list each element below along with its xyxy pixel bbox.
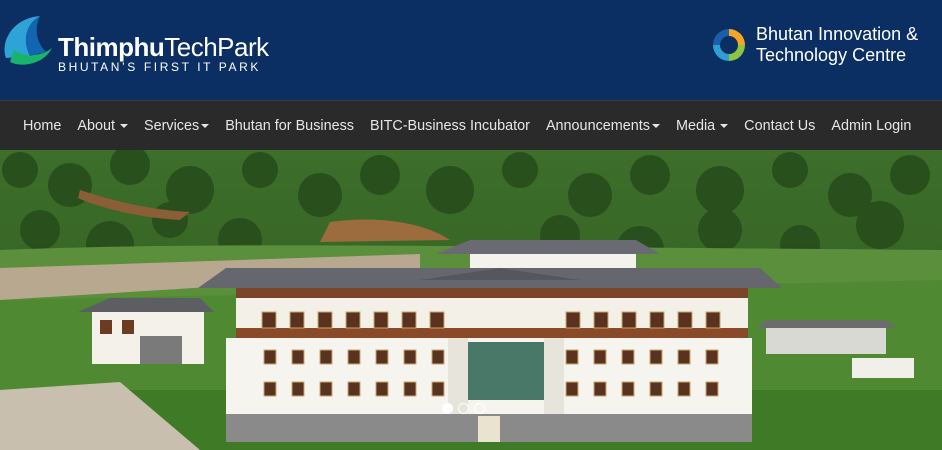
nav-item-about[interactable]: About: [69, 118, 136, 134]
nav-item-label: Announcements: [545, 118, 650, 134]
bitc-logo[interactable]: Bhutan Innovation & Technology Centre: [710, 24, 942, 74]
nav-list: Home About Services Bhutan for Business …: [15, 101, 919, 151]
partner-name-line2: Technology Centre: [756, 45, 907, 65]
nav-item-business-incubator[interactable]: BITC-Business Incubator: [362, 118, 538, 134]
nav-item-home[interactable]: Home: [15, 118, 69, 134]
brand-title: ThimphuTechPark: [58, 32, 269, 63]
nav-item-services[interactable]: Services: [136, 118, 217, 134]
caret-down-icon: [120, 124, 128, 128]
nav-item-label: BITC-Business Incubator: [369, 118, 530, 134]
nav-item-label: Bhutan for Business: [225, 118, 354, 134]
caret-down-icon: [651, 124, 660, 128]
thimphu-techpark-logo[interactable]: ThimphuTechPark BHUTAN’S FIRST IT PARK: [0, 8, 269, 78]
nav-item-label: Home: [23, 118, 62, 134]
carousel-indicators: [442, 403, 485, 414]
nav-item-admin-login[interactable]: Admin Login: [823, 118, 919, 134]
nav-item-label: Services: [144, 118, 200, 134]
hero-carousel[interactable]: [0, 150, 942, 450]
nav-item-contact-us[interactable]: Contact Us: [736, 118, 823, 134]
carousel-dot[interactable]: [458, 403, 469, 414]
nav-item-label: Media: [675, 118, 716, 134]
nav-item-announcements[interactable]: Announcements: [538, 118, 668, 134]
site-header: ThimphuTechPark BHUTAN’S FIRST IT PARK B…: [0, 0, 942, 100]
main-navbar: Home About Services Bhutan for Business …: [0, 100, 942, 150]
techpark-swoosh-icon: [4, 16, 52, 65]
nav-item-bhutan-for-business[interactable]: Bhutan for Business: [217, 118, 362, 134]
brand-name-bold: Thimphu: [58, 32, 165, 62]
nav-item-label: Contact Us: [744, 118, 816, 134]
nav-item-label: Admin Login: [831, 118, 912, 134]
carousel-dot[interactable]: [442, 403, 453, 414]
brand-tagline: BHUTAN’S FIRST IT PARK: [58, 60, 261, 74]
caret-down-icon: [201, 124, 210, 128]
nav-item-label: About: [77, 118, 115, 134]
bitc-swirl-icon: [713, 29, 745, 61]
nav-item-media[interactable]: Media: [668, 118, 736, 134]
partner-name-line1: Bhutan Innovation &: [756, 24, 919, 44]
partner-name: Bhutan Innovation & Technology Centre: [756, 24, 918, 66]
carousel-dot[interactable]: [474, 403, 485, 414]
caret-down-icon: [720, 124, 729, 128]
brand-name-light: TechPark: [164, 32, 269, 62]
